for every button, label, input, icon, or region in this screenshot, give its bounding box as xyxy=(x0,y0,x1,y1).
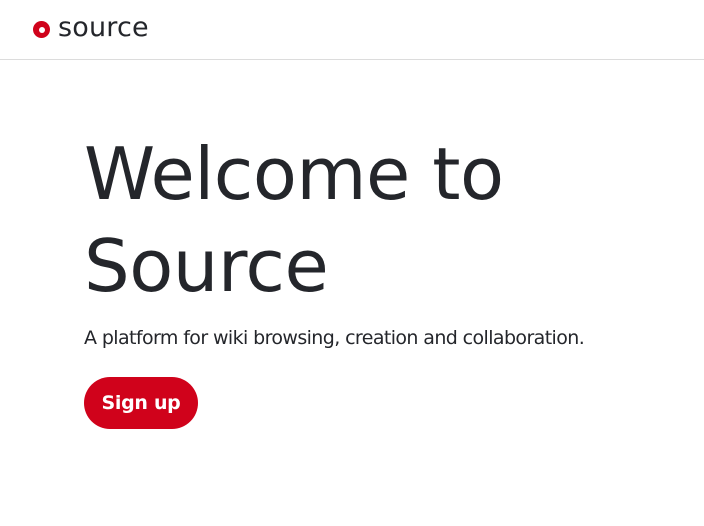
page-subtitle: A platform for wiki browsing, creation a… xyxy=(84,327,585,349)
source-logo-link[interactable]: source xyxy=(33,12,149,44)
source-logo-icon xyxy=(33,21,50,38)
logo-icon-inner-dot xyxy=(38,26,45,33)
page-title: Welcome to Source xyxy=(84,132,504,308)
hero-section: Welcome to Source A platform for wiki br… xyxy=(84,128,684,352)
top-bar: source xyxy=(0,0,704,60)
logo-text: source xyxy=(58,12,149,43)
sign-up-button[interactable]: Sign up xyxy=(84,377,198,429)
